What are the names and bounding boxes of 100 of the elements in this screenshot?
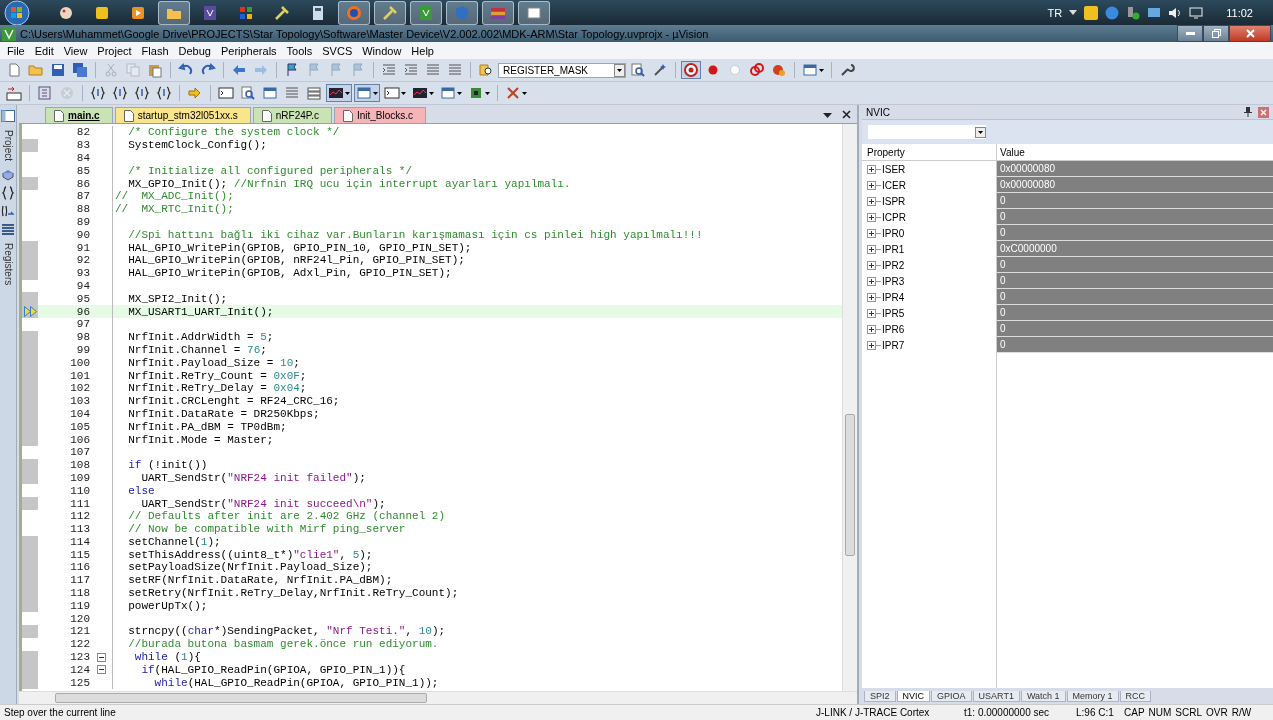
display-icon[interactable] [1189, 5, 1204, 20]
remove-breakpoint-button[interactable] [747, 61, 767, 79]
pin-icon[interactable] [1244, 107, 1252, 117]
scrollbar-thumb[interactable] [845, 414, 855, 556]
panel-tab[interactable]: USART1 [972, 691, 1020, 702]
caret-icon[interactable] [522, 91, 527, 95]
file-tab[interactable]: nRF24P.c [252, 107, 332, 123]
caret-icon[interactable] [485, 91, 490, 95]
side-tab[interactable]: Registers [2, 240, 14, 289]
expand-icon[interactable] [867, 324, 876, 334]
file-tab[interactable]: startup_stm32l051xx.s [114, 107, 251, 123]
register-value[interactable]: 0 [997, 225, 1273, 241]
terminal-button[interactable] [382, 84, 408, 102]
find-dropdown[interactable]: REGISTER_MASK [498, 62, 626, 78]
braces-icon[interactable] [1, 186, 15, 201]
expand-icon[interactable] [867, 196, 876, 206]
menu-item[interactable]: Peripherals [215, 44, 282, 57]
window-button[interactable] [260, 84, 280, 102]
menu-item[interactable]: Debug [173, 44, 216, 57]
menu-item[interactable]: File [2, 44, 30, 57]
expand-icon[interactable] [867, 340, 876, 350]
taskbar-button[interactable] [482, 0, 514, 25]
caret-icon[interactable] [819, 68, 824, 72]
close-button[interactable] [1229, 25, 1271, 42]
panel-tab[interactable]: Watch 1 [1020, 691, 1066, 702]
terminal-button[interactable] [216, 84, 236, 102]
restore-button[interactable] [1203, 25, 1229, 42]
expand-icon[interactable] [867, 276, 876, 286]
caret-icon[interactable] [823, 113, 832, 119]
expand-icon[interactable] [867, 292, 876, 302]
caret-icon[interactable] [429, 91, 434, 95]
language-indicator[interactable]: TR [1047, 6, 1063, 19]
speaker-icon[interactable] [1168, 5, 1183, 20]
panel-tab[interactable]: Memory 1 [1066, 691, 1119, 702]
collapse-icon[interactable] [96, 652, 106, 662]
caret-icon[interactable] [1069, 9, 1078, 16]
caret-icon[interactable] [457, 91, 462, 95]
window-button[interactable] [354, 84, 380, 102]
register-value[interactable]: 0xC0000000 [997, 241, 1273, 257]
start-button[interactable] [4, 0, 30, 26]
caret-icon[interactable] [401, 91, 406, 95]
register-value[interactable]: 0 [997, 257, 1273, 273]
taskbar-button[interactable] [518, 0, 550, 25]
save-all-button[interactable] [70, 61, 90, 79]
panel-tab[interactable]: RCC [1119, 691, 1152, 702]
register-value[interactable]: 0 [997, 337, 1273, 353]
menu-item[interactable]: Window [357, 44, 407, 57]
register-value[interactable]: 0x00000080 [997, 177, 1273, 193]
chart-button[interactable] [326, 84, 352, 102]
horizontal-scrollbar[interactable] [19, 691, 857, 704]
collapse-icon[interactable] [96, 665, 106, 675]
column-header[interactable]: Property [862, 144, 997, 160]
expand-icon[interactable] [867, 180, 876, 190]
side-tab[interactable]: Project [2, 127, 14, 165]
network-icon[interactable] [1126, 5, 1141, 20]
panel-tab[interactable]: SPI2 [864, 691, 896, 702]
close-icon[interactable] [842, 110, 851, 119]
window-button[interactable] [800, 61, 826, 79]
register-value[interactable]: 0 [997, 209, 1273, 225]
vertical-scrollbar[interactable] [842, 124, 857, 691]
expand-icon[interactable] [867, 212, 876, 222]
expand-icon[interactable] [867, 164, 876, 174]
caret-icon[interactable] [373, 91, 378, 95]
file-tab[interactable]: main.c [45, 107, 113, 123]
taskbar-button[interactable] [410, 0, 442, 25]
menu-item[interactable]: Project [92, 44, 137, 57]
register-value[interactable]: 0 [997, 273, 1273, 289]
debug-button[interactable] [681, 61, 701, 79]
register-value[interactable]: 0 [997, 289, 1273, 305]
panel-tab[interactable]: GPIOA [931, 691, 972, 702]
taskbar-button[interactable] [374, 0, 406, 25]
register-value[interactable]: 0 [997, 193, 1273, 209]
clock[interactable]: 11:02 [1226, 6, 1253, 19]
scrollbar-thumb[interactable] [55, 693, 427, 703]
expand-icon[interactable] [867, 260, 876, 270]
column-header[interactable]: Value [997, 144, 1273, 160]
monitor-icon[interactable] [1147, 5, 1162, 20]
register-value[interactable]: 0x00000080 [997, 161, 1273, 177]
taskbar-button[interactable] [338, 0, 370, 25]
function-icon[interactable] [1, 204, 15, 219]
window-button[interactable] [438, 84, 464, 102]
file-tab[interactable]: Init_Blocks.c [333, 107, 427, 123]
app-icon[interactable] [1084, 5, 1099, 20]
menu-item[interactable]: Edit [29, 44, 59, 57]
taskbar-button[interactable] [446, 0, 478, 25]
reset-button[interactable] [4, 84, 24, 102]
globe-icon[interactable] [1105, 5, 1120, 20]
caret-icon[interactable] [345, 91, 350, 95]
stack-button[interactable] [304, 84, 324, 102]
taskbar-button[interactable] [158, 0, 190, 25]
minimize-button[interactable] [1177, 25, 1203, 42]
register-value[interactable]: 0 [997, 305, 1273, 321]
register-value[interactable]: 0 [997, 321, 1273, 337]
panel-icon[interactable] [1, 109, 15, 123]
menu-item[interactable]: Help [406, 44, 439, 57]
menu-item[interactable]: SVCS [317, 44, 358, 57]
menu-item[interactable]: Tools [281, 44, 318, 57]
expand-icon[interactable] [867, 308, 876, 318]
panel-tab[interactable]: NVIC [896, 691, 931, 702]
registers-icon[interactable] [1, 222, 15, 237]
